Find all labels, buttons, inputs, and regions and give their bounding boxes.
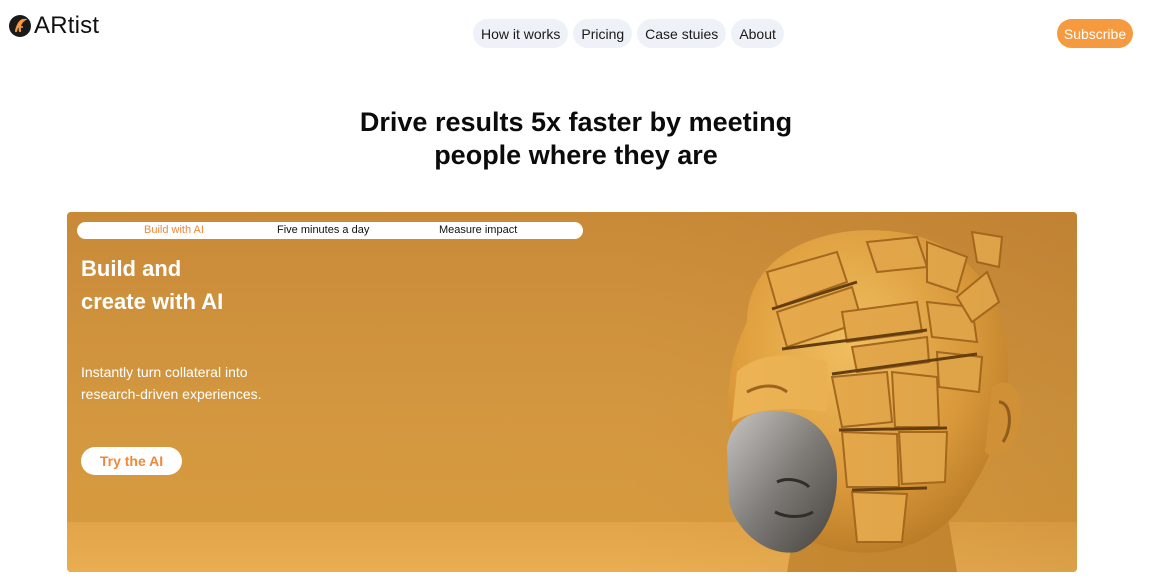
hero-description-line-1: Instantly turn collateral into bbox=[81, 364, 248, 380]
subscribe-button[interactable]: Subscribe bbox=[1057, 19, 1133, 48]
hero-tabs: Build with AI Five minutes a day Measure… bbox=[77, 222, 583, 239]
nav-how-it-works[interactable]: How it works bbox=[473, 19, 569, 48]
logo-icon bbox=[8, 14, 32, 38]
hero-title: Build and create with AI bbox=[81, 252, 223, 318]
hero-description: Instantly turn collateral into research-… bbox=[81, 361, 262, 405]
logo-text: ARtist bbox=[34, 12, 100, 39]
logo[interactable]: ARtist bbox=[8, 12, 99, 40]
nav-pricing[interactable]: Pricing bbox=[573, 19, 633, 48]
nav-about[interactable]: About bbox=[731, 19, 784, 48]
hero-section: Build with AI Five minutes a day Measure… bbox=[67, 212, 1077, 572]
hero-title-line-2: create with AI bbox=[81, 289, 224, 314]
tab-measure-impact[interactable]: Measure impact bbox=[439, 223, 517, 238]
page-headline: Drive results 5x faster by meeting peopl… bbox=[0, 106, 1152, 172]
headline-line-2: people where they are bbox=[434, 140, 718, 170]
tab-five-minutes-a-day[interactable]: Five minutes a day bbox=[277, 223, 369, 238]
fractured-metal-head-image bbox=[627, 212, 1077, 572]
hero-title-line-1: Build and bbox=[81, 256, 182, 281]
main-nav: How it works Pricing Case stuies About bbox=[473, 19, 784, 48]
try-the-ai-button[interactable]: Try the AI bbox=[81, 447, 182, 475]
nav-case-studies[interactable]: Case stuies bbox=[637, 19, 727, 48]
headline-line-1: Drive results 5x faster by meeting bbox=[359, 107, 793, 137]
tab-build-with-ai[interactable]: Build with AI bbox=[144, 223, 204, 238]
hero-description-line-2: research-driven experiences. bbox=[81, 386, 262, 402]
